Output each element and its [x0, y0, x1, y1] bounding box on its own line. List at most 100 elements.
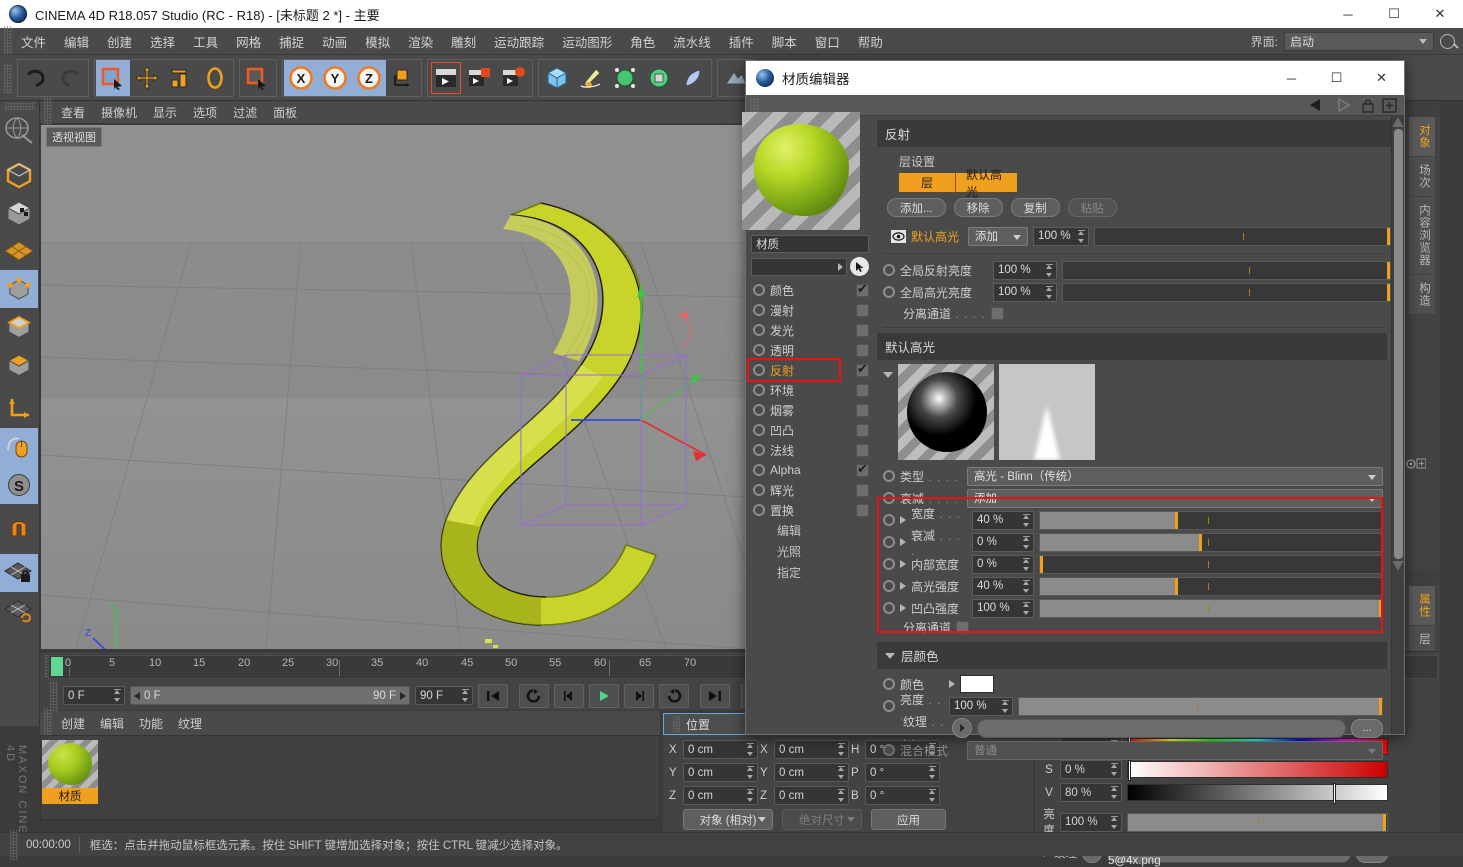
channel-radio-icon[interactable] — [753, 484, 765, 496]
menu-item-16[interactable]: 脚本 — [763, 29, 806, 54]
menu-item-11[interactable]: 运动跟踪 — [485, 29, 553, 54]
current-frame-input[interactable]: 0 F — [63, 686, 125, 705]
rotate-workplane-button[interactable] — [0, 592, 38, 630]
global-specular-slider[interactable] — [1062, 283, 1391, 302]
soft-selection-button[interactable]: S — [0, 466, 38, 504]
value-slider[interactable] — [1127, 784, 1388, 801]
channel-checkbox-displacement[interactable] — [856, 504, 869, 517]
spinner-icon[interactable] — [747, 743, 754, 757]
viewport-menu-options[interactable]: 选项 — [186, 102, 224, 123]
menu-item-3[interactable]: 选择 — [141, 29, 184, 54]
rotation-p-input[interactable]: 0 ° — [865, 763, 940, 782]
channel-row-fog[interactable]: 烟雾 — [751, 400, 869, 420]
width-slider[interactable] — [1039, 511, 1383, 530]
array-modeling-button[interactable] — [642, 60, 676, 96]
color-radio-icon[interactable] — [883, 678, 895, 690]
size-mode-select[interactable]: 绝对尺寸 — [782, 809, 862, 830]
layer-opacity-slider[interactable] — [1094, 227, 1391, 246]
bump-strength-radio-icon[interactable] — [883, 602, 895, 614]
sidebar-tab-takes[interactable]: 场次 — [1409, 157, 1435, 196]
forward-arrow-icon[interactable] — [1336, 98, 1354, 112]
coordinates-grip[interactable] — [673, 716, 681, 732]
range-right-arrow-icon[interactable] — [400, 692, 406, 700]
menu-item-4[interactable]: 工具 — [184, 29, 227, 54]
layer-opacity-input[interactable]: 100 % — [1033, 227, 1089, 246]
edge-mode-button[interactable] — [0, 308, 38, 346]
channel-radio-icon[interactable] — [753, 384, 765, 396]
magnet-snap-button[interactable] — [0, 510, 38, 548]
axis-mode-button[interactable] — [0, 390, 38, 428]
sidebar-tab-objects[interactable]: 对象 — [1409, 117, 1435, 156]
scrollbar-thumb[interactable] — [1394, 129, 1403, 559]
spinner-icon[interactable] — [838, 743, 845, 757]
layer-entry-row[interactable]: 默认高光 添加 100 % — [877, 224, 1391, 248]
maximize-button[interactable]: ☐ — [1371, 0, 1417, 28]
texture-browse-button-2[interactable]: ... — [1351, 719, 1383, 738]
statusbar-grip[interactable] — [10, 830, 18, 860]
material-preview[interactable] — [742, 112, 860, 230]
spinner-ic[interactable] — [1023, 536, 1030, 550]
expand-arrow-icon[interactable] — [900, 582, 906, 590]
close-button[interactable]: ✕ — [1417, 0, 1463, 28]
material-manager-panel[interactable] — [40, 735, 660, 820]
add-layer-button[interactable]: 添加... — [887, 198, 946, 217]
menu-item-14[interactable]: 流水线 — [664, 29, 720, 54]
go-to-start-button[interactable] — [478, 684, 508, 708]
specular-strength-slider[interactable] — [1039, 577, 1383, 596]
width-input[interactable]: 40 % — [972, 511, 1034, 530]
copy-layer-button[interactable]: 复制 — [1011, 198, 1060, 217]
spinner-ic[interactable] — [1023, 602, 1030, 616]
timeline-controls-grip[interactable] — [50, 681, 58, 711]
render-settings-button[interactable] — [497, 60, 531, 96]
render-view-button[interactable] — [429, 60, 463, 96]
spinner-icon[interactable] — [838, 789, 845, 803]
spline-pen-button[interactable] — [574, 60, 608, 96]
falloff-amount-slider[interactable] — [1039, 533, 1383, 552]
spinner-ic[interactable] — [1078, 230, 1085, 244]
nurbs-button[interactable] — [608, 60, 642, 96]
add-panel-icon[interactable] — [1382, 98, 1397, 113]
search-icon[interactable] — [1440, 34, 1455, 49]
step-forward-button[interactable] — [624, 684, 654, 708]
channel-radio-icon[interactable] — [753, 424, 765, 436]
channel-row-luminance[interactable]: 发光 — [751, 320, 869, 340]
global-specular-input[interactable]: 100 % — [993, 283, 1057, 302]
spinner-ic[interactable] — [1023, 514, 1030, 528]
workplane-button[interactable] — [0, 232, 38, 270]
channel-radio-icon[interactable] — [753, 324, 765, 336]
channel-row-transparency[interactable]: 透明 — [751, 340, 869, 360]
go-to-end-button[interactable] — [700, 684, 730, 708]
layout-select[interactable]: 启动 — [1284, 32, 1434, 51]
material-swatch[interactable]: 材质 — [42, 740, 98, 804]
viewport-menu-filter[interactable]: 过滤 — [226, 102, 264, 123]
menu-item-8[interactable]: 模拟 — [356, 29, 399, 54]
material-menu-function[interactable]: 功能 — [133, 713, 169, 734]
play-backward-loop-button[interactable] — [519, 684, 549, 708]
channel-row-diffusion[interactable]: 漫射 — [751, 300, 869, 320]
selection-mode-button[interactable] — [241, 60, 275, 96]
channel-checkbox-alpha[interactable] — [856, 464, 869, 477]
falloff-amount-radio-icon[interactable] — [883, 536, 895, 548]
minimize-button[interactable]: ─ — [1325, 0, 1371, 28]
size-z-input[interactable]: 0 cm — [774, 786, 849, 805]
material-editor-scrollbar[interactable] — [1391, 116, 1404, 734]
eye-visibility-icon[interactable] — [891, 230, 906, 243]
falloff-radio-icon[interactable] — [883, 492, 895, 504]
axis-x-button[interactable]: X — [284, 60, 318, 96]
viewport-3d[interactable]: Y X Z — [41, 125, 746, 649]
move-tool[interactable] — [130, 60, 164, 96]
saturation-slider[interactable] — [1127, 761, 1388, 778]
type-radio-icon[interactable] — [883, 470, 895, 482]
global-reflection-radio-icon[interactable] — [883, 264, 895, 276]
lock-icon[interactable] — [1360, 98, 1376, 113]
dropdown-arrow-icon[interactable] — [838, 263, 843, 271]
material-editor-maximize-button[interactable]: ☐ — [1314, 61, 1359, 95]
channel-row-alpha[interactable]: Alpha — [751, 460, 869, 480]
channel-checkbox-fog[interactable] — [856, 404, 869, 417]
viewport-menu-grip[interactable] — [44, 97, 52, 127]
spinner-ic[interactable] — [1046, 264, 1053, 278]
expand-arrow-icon[interactable] — [949, 680, 955, 688]
spinner-icon[interactable] — [1111, 786, 1118, 800]
channel-row-color[interactable]: 颜色 — [751, 280, 869, 300]
specular-strength-input[interactable]: 40 % — [972, 577, 1034, 596]
